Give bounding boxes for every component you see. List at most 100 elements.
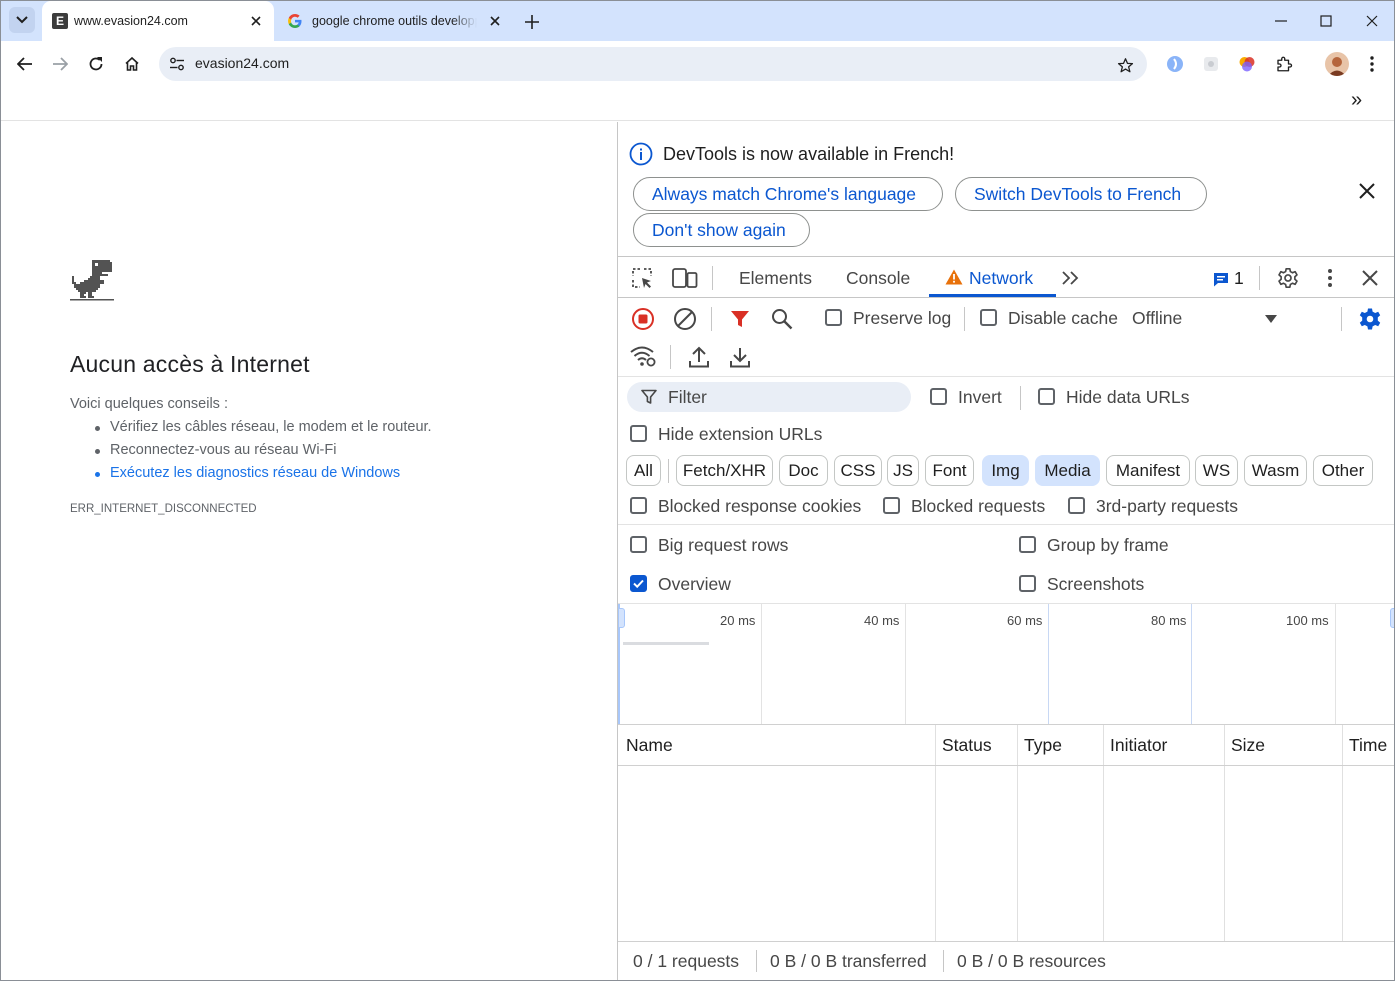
hide-extension-urls-checkbox[interactable] bbox=[630, 425, 647, 442]
type-chip-wasm[interactable]: Wasm bbox=[1244, 455, 1307, 486]
close-tab-icon[interactable] bbox=[248, 13, 264, 29]
blocked-requests-checkbox[interactable] bbox=[883, 497, 900, 514]
url-text[interactable]: evasion24.com bbox=[195, 55, 289, 71]
more-tabs-icon[interactable] bbox=[1060, 267, 1082, 289]
divider bbox=[670, 345, 671, 369]
inspect-element-icon[interactable] bbox=[629, 265, 655, 291]
throttle-select[interactable]: Offline bbox=[1132, 308, 1182, 329]
tab-network[interactable]: Network bbox=[969, 268, 1033, 289]
status-requests: 0 / 1 requests bbox=[633, 951, 740, 971]
tab-search-button[interactable] bbox=[9, 7, 35, 33]
type-chip-media[interactable]: Media bbox=[1035, 455, 1100, 486]
export-har-icon[interactable] bbox=[727, 344, 753, 370]
network-settings-gear-icon[interactable] bbox=[1357, 306, 1383, 332]
invert-checkbox[interactable] bbox=[930, 388, 947, 405]
type-chip-js[interactable]: JS bbox=[887, 455, 919, 486]
blocked-response-cookies-checkbox[interactable] bbox=[630, 497, 647, 514]
close-window-button[interactable] bbox=[1360, 11, 1384, 31]
chrome-menu-icon[interactable] bbox=[1361, 52, 1383, 76]
column-status[interactable]: Status bbox=[942, 735, 992, 756]
hide-data-urls-checkbox[interactable] bbox=[1038, 388, 1055, 405]
extension-color-icon[interactable] bbox=[1236, 53, 1258, 75]
third-party-requests-checkbox[interactable] bbox=[1068, 497, 1085, 514]
always-match-language-button[interactable]: Always match Chrome's language bbox=[633, 177, 943, 211]
network-conditions-icon[interactable] bbox=[629, 343, 657, 369]
type-chip-css[interactable]: CSS bbox=[834, 455, 882, 486]
tab-console[interactable]: Console bbox=[846, 268, 910, 289]
disable-cache-checkbox[interactable] bbox=[980, 309, 997, 326]
column-initiator[interactable]: Initiator bbox=[1110, 735, 1167, 756]
type-chip-other[interactable]: Other bbox=[1313, 455, 1373, 486]
extension-blue-icon[interactable] bbox=[1164, 53, 1186, 75]
issues-icon[interactable] bbox=[1211, 269, 1231, 289]
tab-evasion24[interactable]: E www.evasion24.com bbox=[42, 1, 274, 41]
close-banner-icon[interactable] bbox=[1354, 178, 1380, 204]
address-bar[interactable]: evasion24.com bbox=[159, 47, 1147, 81]
dropdown-arrow-icon[interactable] bbox=[1262, 311, 1280, 327]
screenshots-checkbox[interactable] bbox=[1019, 575, 1036, 592]
column-time[interactable]: Time bbox=[1349, 735, 1387, 756]
extensions-puzzle-icon[interactable] bbox=[1272, 52, 1296, 76]
new-tab-button[interactable] bbox=[521, 11, 543, 33]
close-tab-icon[interactable] bbox=[487, 13, 503, 29]
import-har-icon[interactable] bbox=[686, 344, 712, 370]
tick-label: 40 ms bbox=[864, 613, 900, 628]
preserve-log-checkbox[interactable] bbox=[825, 309, 842, 326]
column-type[interactable]: Type bbox=[1024, 735, 1062, 756]
big-request-rows-checkbox[interactable] bbox=[630, 536, 647, 553]
tab-google-search[interactable]: google chrome outils developpeur bbox=[277, 1, 513, 41]
type-chip-manifest[interactable]: Manifest bbox=[1106, 455, 1190, 486]
back-button[interactable] bbox=[13, 52, 37, 76]
type-chip-img[interactable]: Img bbox=[982, 455, 1029, 486]
type-chip-doc[interactable]: Doc bbox=[779, 455, 828, 486]
filter-funnel-icon[interactable] bbox=[728, 307, 752, 331]
switch-to-french-button[interactable]: Switch DevTools to French bbox=[955, 177, 1207, 211]
type-chip-fetch-xhr[interactable]: Fetch/XHR bbox=[676, 455, 773, 486]
big-request-rows-label: Big request rows bbox=[658, 535, 789, 555]
column-size[interactable]: Size bbox=[1231, 735, 1265, 756]
overview-checkbox[interactable] bbox=[630, 575, 647, 592]
tab-strip: E www.evasion24.com google chrome outils… bbox=[1, 1, 1394, 41]
dino-icon bbox=[70, 260, 114, 302]
issues-count[interactable]: 1 bbox=[1234, 268, 1244, 289]
overview-right-grip[interactable] bbox=[1390, 608, 1394, 628]
bookmark-star-icon[interactable] bbox=[1113, 53, 1137, 77]
settings-gear-icon[interactable] bbox=[1275, 265, 1301, 291]
divider bbox=[618, 256, 1394, 257]
page-content: Aucun accès à Internet Voici quelques co… bbox=[1, 122, 617, 980]
customize-menu-icon[interactable] bbox=[1318, 265, 1342, 291]
stop-recording-icon[interactable] bbox=[630, 306, 656, 332]
tick-label: 80 ms bbox=[1151, 613, 1187, 628]
warning-icon bbox=[944, 267, 964, 287]
column-name[interactable]: Name bbox=[626, 735, 673, 756]
overview-left-grip[interactable] bbox=[618, 608, 625, 628]
filter-input[interactable]: Filter bbox=[627, 382, 911, 412]
status-resources: 0 B / 0 B resources bbox=[957, 951, 1106, 971]
favicon-e-icon: E bbox=[52, 13, 68, 29]
extension-grey-icon[interactable] bbox=[1200, 53, 1222, 75]
maximize-button[interactable] bbox=[1314, 11, 1338, 31]
tab-elements[interactable]: Elements bbox=[739, 268, 812, 289]
device-toolbar-icon[interactable] bbox=[671, 265, 699, 291]
blocked-requests-label: Blocked requests bbox=[911, 496, 1046, 516]
profile-avatar[interactable] bbox=[1325, 52, 1349, 76]
close-devtools-icon[interactable] bbox=[1357, 265, 1383, 291]
dont-show-again-button[interactable]: Don't show again bbox=[633, 213, 810, 247]
type-chip-font[interactable]: Font bbox=[925, 455, 974, 486]
divider bbox=[1020, 386, 1021, 410]
diagnostics-link[interactable]: Exécutez les diagnostics réseau de Windo… bbox=[110, 465, 400, 481]
bookmarks-overflow-button[interactable]: » bbox=[1351, 89, 1362, 112]
divider bbox=[1341, 307, 1342, 331]
minimize-button[interactable] bbox=[1269, 11, 1293, 31]
divider bbox=[711, 307, 712, 331]
clear-icon[interactable] bbox=[672, 306, 698, 332]
forward-button[interactable] bbox=[48, 52, 72, 76]
home-button[interactable] bbox=[120, 52, 144, 76]
type-chip-ws[interactable]: WS bbox=[1195, 455, 1238, 486]
type-chip-all[interactable]: All bbox=[626, 455, 661, 486]
status-transferred: 0 B / 0 B transferred bbox=[770, 951, 927, 971]
search-icon[interactable] bbox=[770, 307, 794, 331]
site-info-icon[interactable] bbox=[165, 52, 189, 76]
reload-button[interactable] bbox=[84, 52, 108, 76]
group-by-frame-checkbox[interactable] bbox=[1019, 536, 1036, 553]
